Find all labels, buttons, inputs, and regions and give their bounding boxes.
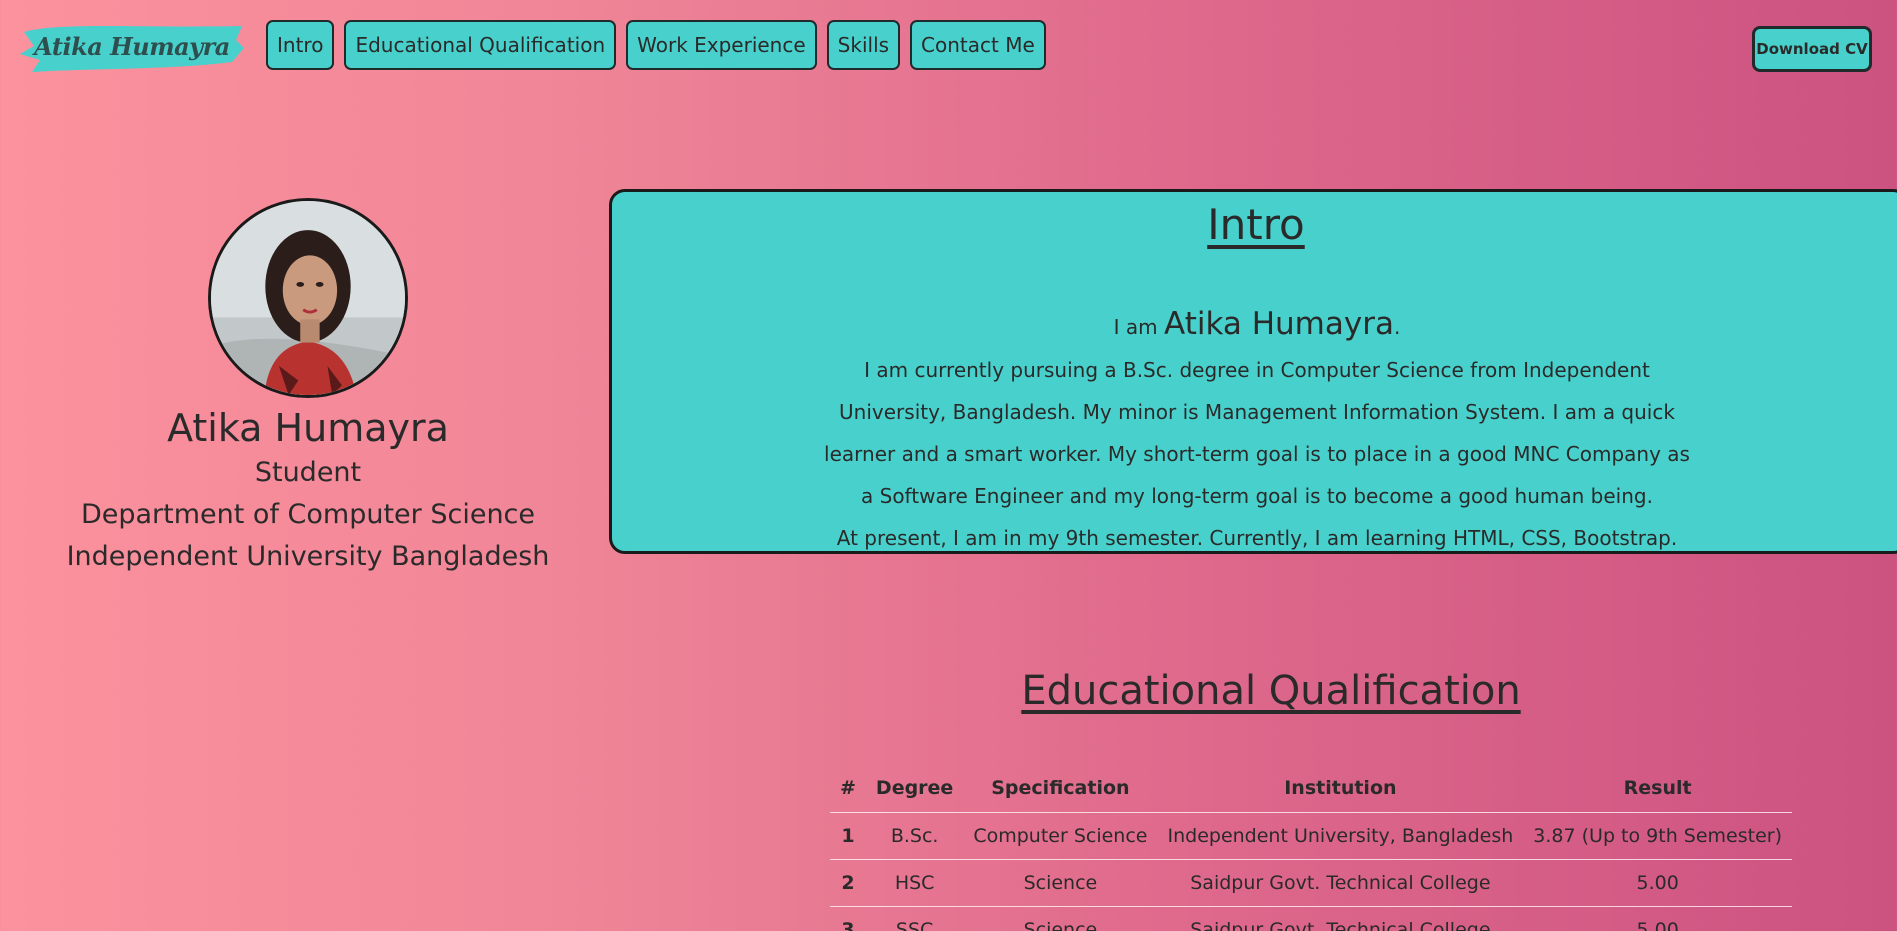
table-cell: Science bbox=[963, 859, 1158, 907]
table-cell: 2 bbox=[830, 859, 866, 907]
column-header: # bbox=[830, 764, 866, 813]
table-cell: HSC bbox=[865, 859, 964, 907]
profile-university: Independent University Bangladesh bbox=[66, 541, 550, 572]
profile-photo bbox=[211, 201, 405, 395]
table-cell: Saidpur Govt. Technical College bbox=[1157, 906, 1524, 931]
table-cell: Independent University, Bangladesh bbox=[1157, 812, 1524, 860]
avatar bbox=[208, 198, 408, 398]
column-header: Specification bbox=[963, 764, 1158, 813]
table-cell: 3.87 (Up to 9th Semester) bbox=[1523, 812, 1792, 860]
nav-links: Intro Educational Qualification Work Exp… bbox=[266, 20, 1046, 70]
nav-link-skills[interactable]: Skills bbox=[826, 20, 901, 70]
intro-greeting-prefix: I am bbox=[1113, 315, 1165, 339]
intro-card: Intro I am Atika Humayra. I am currently… bbox=[609, 189, 1897, 554]
top-navbar: Atika Humayra Intro Educational Qualific… bbox=[0, 0, 1897, 95]
intro-paragraph: I am currently pursuing a B.Sc. degree i… bbox=[824, 358, 1690, 508]
brand-name: Atika Humayra bbox=[34, 31, 230, 61]
profile-name: Atika Humayra bbox=[167, 406, 449, 450]
table-cell: 3 bbox=[830, 906, 866, 931]
table-cell: Saidpur Govt. Technical College bbox=[1157, 859, 1524, 907]
intro-greeting-name: Atika Humayra bbox=[1164, 306, 1394, 342]
table-row: 3 SSC Science Saidpur Govt. Technical Co… bbox=[830, 906, 1792, 931]
education-title: Educational Qualification bbox=[1021, 668, 1521, 714]
table-cell: 5.00 bbox=[1523, 906, 1792, 931]
intro-present: At present, I am in my 9th semester. Cur… bbox=[836, 526, 1678, 550]
column-header: Result bbox=[1523, 764, 1792, 813]
intro-greeting-suffix: . bbox=[1393, 315, 1401, 339]
profile-card: Atika Humayra Student Department of Comp… bbox=[40, 198, 576, 578]
table-cell: Science bbox=[963, 906, 1158, 931]
table-cell: 1 bbox=[830, 812, 866, 860]
column-header: Degree bbox=[865, 764, 964, 813]
table-cell: 5.00 bbox=[1523, 859, 1792, 907]
table-cell: B.Sc. bbox=[865, 812, 964, 860]
education-table: # Degree Specification Institution Resul… bbox=[830, 764, 1792, 931]
table-cell: Computer Science bbox=[963, 812, 1158, 860]
profile-department: Department of Computer Science bbox=[80, 499, 536, 530]
nav-link-contact[interactable]: Contact Me bbox=[910, 20, 1046, 70]
table-header-row: # Degree Specification Institution Resul… bbox=[830, 764, 1792, 813]
intro-greeting: I am Atika Humayra. bbox=[822, 302, 1692, 349]
column-header: Institution bbox=[1157, 764, 1524, 813]
intro-body: I am Atika Humayra. I am currently pursu… bbox=[822, 302, 1692, 559]
intro-title: Intro bbox=[1207, 200, 1305, 249]
brand-logo[interactable]: Atika Humayra bbox=[18, 18, 246, 74]
download-cv-button[interactable]: Download CV bbox=[1752, 26, 1872, 72]
nav-link-education[interactable]: Educational Qualification bbox=[344, 20, 617, 70]
nav-link-work-experience[interactable]: Work Experience bbox=[626, 20, 817, 70]
table-row: 1 B.Sc. Computer Science Independent Uni… bbox=[830, 812, 1792, 860]
profile-role: Student bbox=[254, 457, 362, 488]
nav-link-intro[interactable]: Intro bbox=[266, 20, 335, 70]
table-cell: SSC bbox=[865, 906, 964, 931]
table-row: 2 HSC Science Saidpur Govt. Technical Co… bbox=[830, 859, 1792, 907]
